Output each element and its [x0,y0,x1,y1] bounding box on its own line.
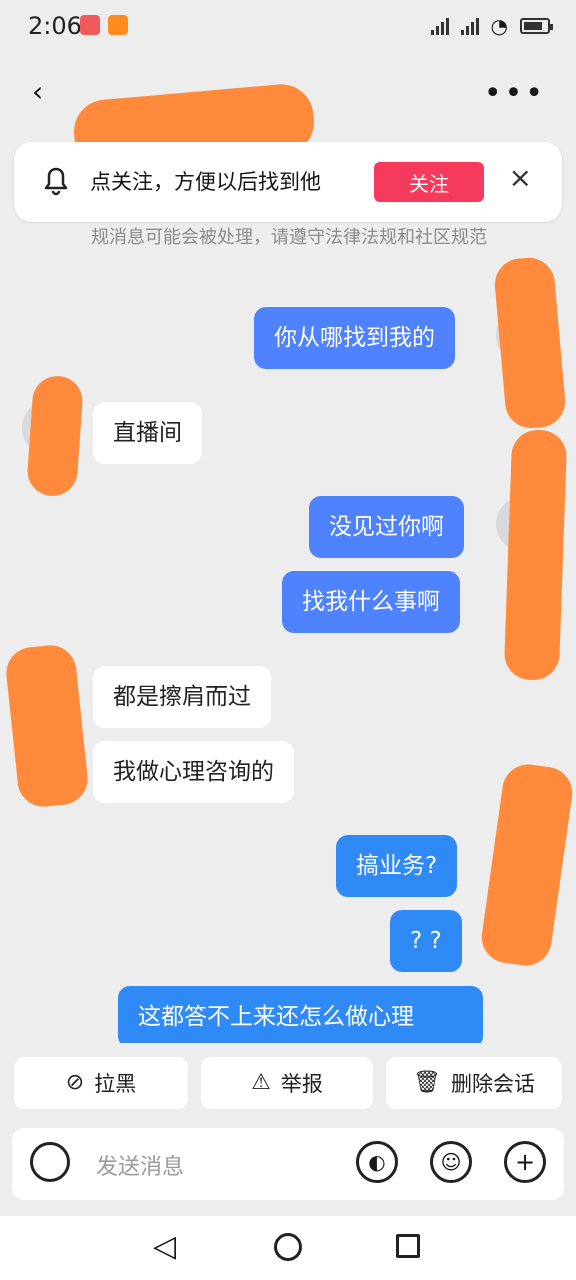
wifi-icon: ◔ [490,14,508,38]
close-icon[interactable]: × [509,164,532,192]
delete-conversation-button[interactable]: 🗑 删除会话 [386,1057,562,1109]
redaction-scribble [3,642,91,810]
message-bubble-outgoing[interactable]: 没见过你啊 [309,496,464,558]
block-label: 拉黑 [94,1072,137,1096]
warning-icon: ⚠ [251,1070,271,1095]
message-bubble-incoming[interactable]: 都是擦肩而过 [93,666,271,728]
report-label: 举报 [280,1072,323,1096]
nav-home-icon[interactable] [274,1233,302,1261]
chat-header: ‹ 息 ••• [0,54,576,173]
status-bar: 2:06 ◔ [0,0,576,54]
redaction-scribble [25,374,85,498]
message-bubble-outgoing[interactable]: 搞业务? [336,835,458,897]
app-notification-icon [80,15,100,35]
voice-icon[interactable]: ◐ [356,1141,398,1183]
system-notice: 规消息可能会被处理，请遵守法律法规和社区规范 [91,227,487,248]
block-icon: ⊘ [65,1070,85,1095]
message-bubble-incoming[interactable]: 我做心理咨询的 [93,741,294,803]
message-bubble-outgoing[interactable]: 这都答不上来还怎么做心理 [118,986,483,1048]
system-navigation-bar: ◁ [0,1216,576,1280]
battery-icon [520,18,553,34]
follow-banner: 点关注，方便以后找到他 关注 × [14,142,562,222]
signal-icon [460,17,479,35]
quick-action-bar: ⊘ 拉黑 ⚠ 举报 🗑 删除会话 [0,1043,576,1125]
delete-label: 删除会话 [450,1072,535,1096]
message-bubble-outgoing[interactable]: 找我什么事啊 [282,571,460,633]
message-composer: 发送消息 ◐ ☺ + [12,1128,564,1200]
follow-button[interactable]: 关注 [374,162,484,202]
report-button[interactable]: ⚠ 举报 [201,1057,373,1109]
signal-icon [430,17,449,35]
redaction-scribble [492,255,568,431]
message-bubble-incoming[interactable]: 直播间 [93,402,202,464]
status-time: 2:06 [28,12,82,40]
block-button[interactable]: ⊘ 拉黑 [14,1057,188,1109]
status-icons: ◔ [430,14,553,38]
camera-icon[interactable] [30,1142,70,1182]
more-icon[interactable]: ••• [484,76,546,111]
nav-recent-apps-icon[interactable] [396,1234,420,1258]
redaction-scribble [478,761,576,969]
follow-banner-text: 点关注，方便以后找到他 [90,170,321,194]
app-notification-icon [108,15,128,35]
emoji-icon[interactable]: ☺ [430,1141,472,1183]
nav-back-icon[interactable]: ◁ [153,1232,176,1262]
back-arrow-icon[interactable]: ‹ [32,78,43,106]
bell-icon [44,167,68,196]
trash-icon: 🗑 [413,1070,441,1095]
message-input[interactable]: 发送消息 [96,1149,184,1181]
plus-icon[interactable]: + [504,1141,546,1183]
message-bubble-outgoing[interactable]: 你从哪找到我的 [254,307,455,369]
redaction-scribble [503,429,568,681]
message-bubble-outgoing[interactable]: ? ? [390,910,462,972]
